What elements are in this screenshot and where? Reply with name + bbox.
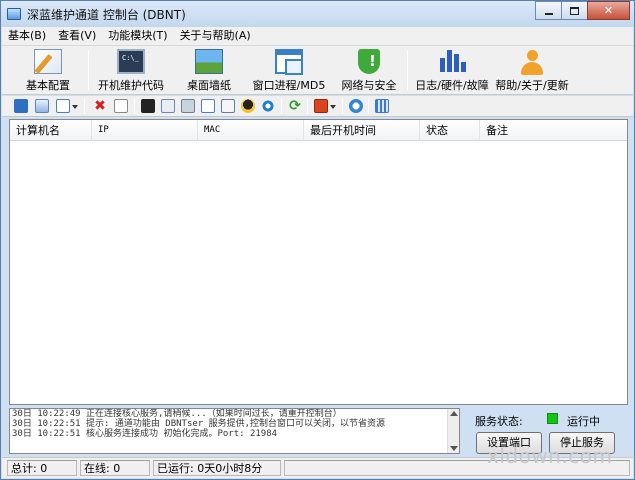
toolbar-divider <box>88 50 89 90</box>
title-bar[interactable]: 深蓝维护通道 控制台 (DBNT) ✕ <box>1 1 634 27</box>
computer-list[interactable]: 计算机名 IP MAC 最后开机时间 状态 备注 <box>9 119 628 405</box>
main-toolbar: 基本配置 开机维护代码 桌面墙纸 窗口进程/MD5 网络与安全 日志/硬件/故障 <box>2 46 633 95</box>
console-icon <box>117 49 145 74</box>
quick-toolbar: ✖ ⟳ <box>2 96 633 117</box>
window-controls: ✕ <box>535 1 630 20</box>
desktop-wallpaper-icon <box>195 49 223 74</box>
search-key-icon[interactable] <box>14 99 28 113</box>
column-last-boot[interactable]: 最后开机时间 <box>304 120 420 141</box>
log-scrollbar[interactable] <box>447 409 459 453</box>
maximize-button[interactable] <box>561 1 588 20</box>
wallpaper-button[interactable]: 桌面墙纸 <box>178 47 240 93</box>
service-status-text: 运行中 <box>567 415 600 428</box>
view-grid-icon[interactable] <box>56 99 78 113</box>
status-total: 总计: 0 <box>7 460 77 476</box>
close-button[interactable]: ✕ <box>587 1 630 20</box>
toolbar-divider <box>368 99 369 114</box>
minimize-button[interactable] <box>535 1 562 20</box>
column-status[interactable]: 状态 <box>420 120 480 141</box>
console-small-icon[interactable] <box>141 99 155 113</box>
toolbar-divider <box>134 99 135 114</box>
main-window: 深蓝维护通道 控制台 (DBNT) ✕ 基本(B) 查看(V) 功能模块(T) … <box>0 0 635 480</box>
menu-help[interactable]: 关于与帮助(A) <box>174 27 257 45</box>
window-process-button[interactable]: 窗口进程/MD5 <box>250 47 328 93</box>
help-about-label: 帮助/关于/更新 <box>495 79 569 92</box>
log-hardware-label: 日志/硬件/故障 <box>415 79 489 92</box>
bar-chart-icon <box>438 49 466 74</box>
computer-icon[interactable] <box>181 99 195 113</box>
status-online: 在线: 0 <box>80 460 150 476</box>
shield-icon <box>358 49 380 74</box>
delete-icon[interactable]: ✖ <box>93 99 107 113</box>
keyboard-icon[interactable] <box>375 99 389 113</box>
scroll-up-icon[interactable] <box>450 411 458 416</box>
qq-penguin-icon[interactable] <box>241 99 255 113</box>
minimize-icon <box>544 12 553 15</box>
service-status-label: 服务状态: <box>475 415 523 428</box>
user-icon <box>518 49 546 75</box>
menu-bar: 基本(B) 查看(V) 功能模块(T) 关于与帮助(A) <box>2 27 633 46</box>
document-icon[interactable] <box>114 99 128 113</box>
column-ip[interactable]: IP <box>92 120 198 141</box>
menu-view[interactable]: 查看(V) <box>52 27 102 45</box>
column-remark[interactable]: 备注 <box>480 120 627 141</box>
basic-config-label: 基本配置 <box>26 79 70 92</box>
toolbar-divider <box>407 50 408 90</box>
maximize-icon <box>570 6 579 15</box>
menu-modules[interactable]: 功能模块(T) <box>102 27 173 45</box>
log-panel[interactable]: 30日 10:22:49 正在连接核心服务,请稍候...（如果时间过长，请重开控… <box>9 408 460 454</box>
windows-stack-icon[interactable] <box>221 99 235 113</box>
power-icon[interactable] <box>314 99 336 113</box>
window-process-icon <box>275 49 303 75</box>
menu-basic[interactable]: 基本(B) <box>2 27 52 45</box>
watermark: xldown.com <box>487 444 613 468</box>
network-security-label: 网络与安全 <box>341 79 397 92</box>
network-security-button[interactable]: 网络与安全 <box>340 47 398 93</box>
log-line: 30日 10:22:51 核心服务连接成功 初始化完成。Port: 21984 <box>12 429 278 439</box>
status-uptime: 已运行: 0天0小时8分 <box>153 460 281 476</box>
toolbar-divider <box>307 99 308 114</box>
toolbar-divider <box>84 99 85 114</box>
scroll-down-icon[interactable] <box>450 446 458 451</box>
copyright-icon[interactable] <box>349 99 363 113</box>
app-monitor-icon <box>7 8 21 20</box>
window-process-label: 窗口进程/MD5 <box>252 79 326 92</box>
column-mac[interactable]: MAC <box>198 120 304 141</box>
boot-code-button[interactable]: 开机维护代码 <box>98 47 164 93</box>
wallpaper-label: 桌面墙纸 <box>187 79 231 92</box>
basic-config-button[interactable]: 基本配置 <box>18 47 78 93</box>
config-icon <box>34 49 62 74</box>
column-computer-name[interactable]: 计算机名 <box>10 120 92 141</box>
log-hardware-button[interactable]: 日志/硬件/故障 <box>414 47 490 93</box>
service-status-indicator <box>547 413 558 424</box>
boot-code-label: 开机维护代码 <box>98 79 164 92</box>
help-about-button[interactable]: 帮助/关于/更新 <box>494 47 570 93</box>
log-line: 30日 10:22:49 正在连接核心服务,请稍候...（如果时间过长，请重开控… <box>12 409 342 419</box>
window-small-icon[interactable] <box>201 99 215 113</box>
sync-icon[interactable]: ⟳ <box>288 99 302 113</box>
toolbar-divider <box>342 99 343 114</box>
eye-icon[interactable] <box>261 99 275 113</box>
log-line: 30日 10:22:51 提示: 通道功能由 DBNTser 服务提供,控制台窗… <box>12 419 386 429</box>
window-title: 深蓝维护通道 控制台 (DBNT) <box>27 7 186 22</box>
toolbar-divider <box>281 99 282 114</box>
mail-icon[interactable] <box>161 99 175 113</box>
close-icon: ✕ <box>603 4 614 17</box>
refresh-view-icon[interactable] <box>35 99 49 113</box>
list-header: 计算机名 IP MAC 最后开机时间 状态 备注 <box>10 120 627 141</box>
